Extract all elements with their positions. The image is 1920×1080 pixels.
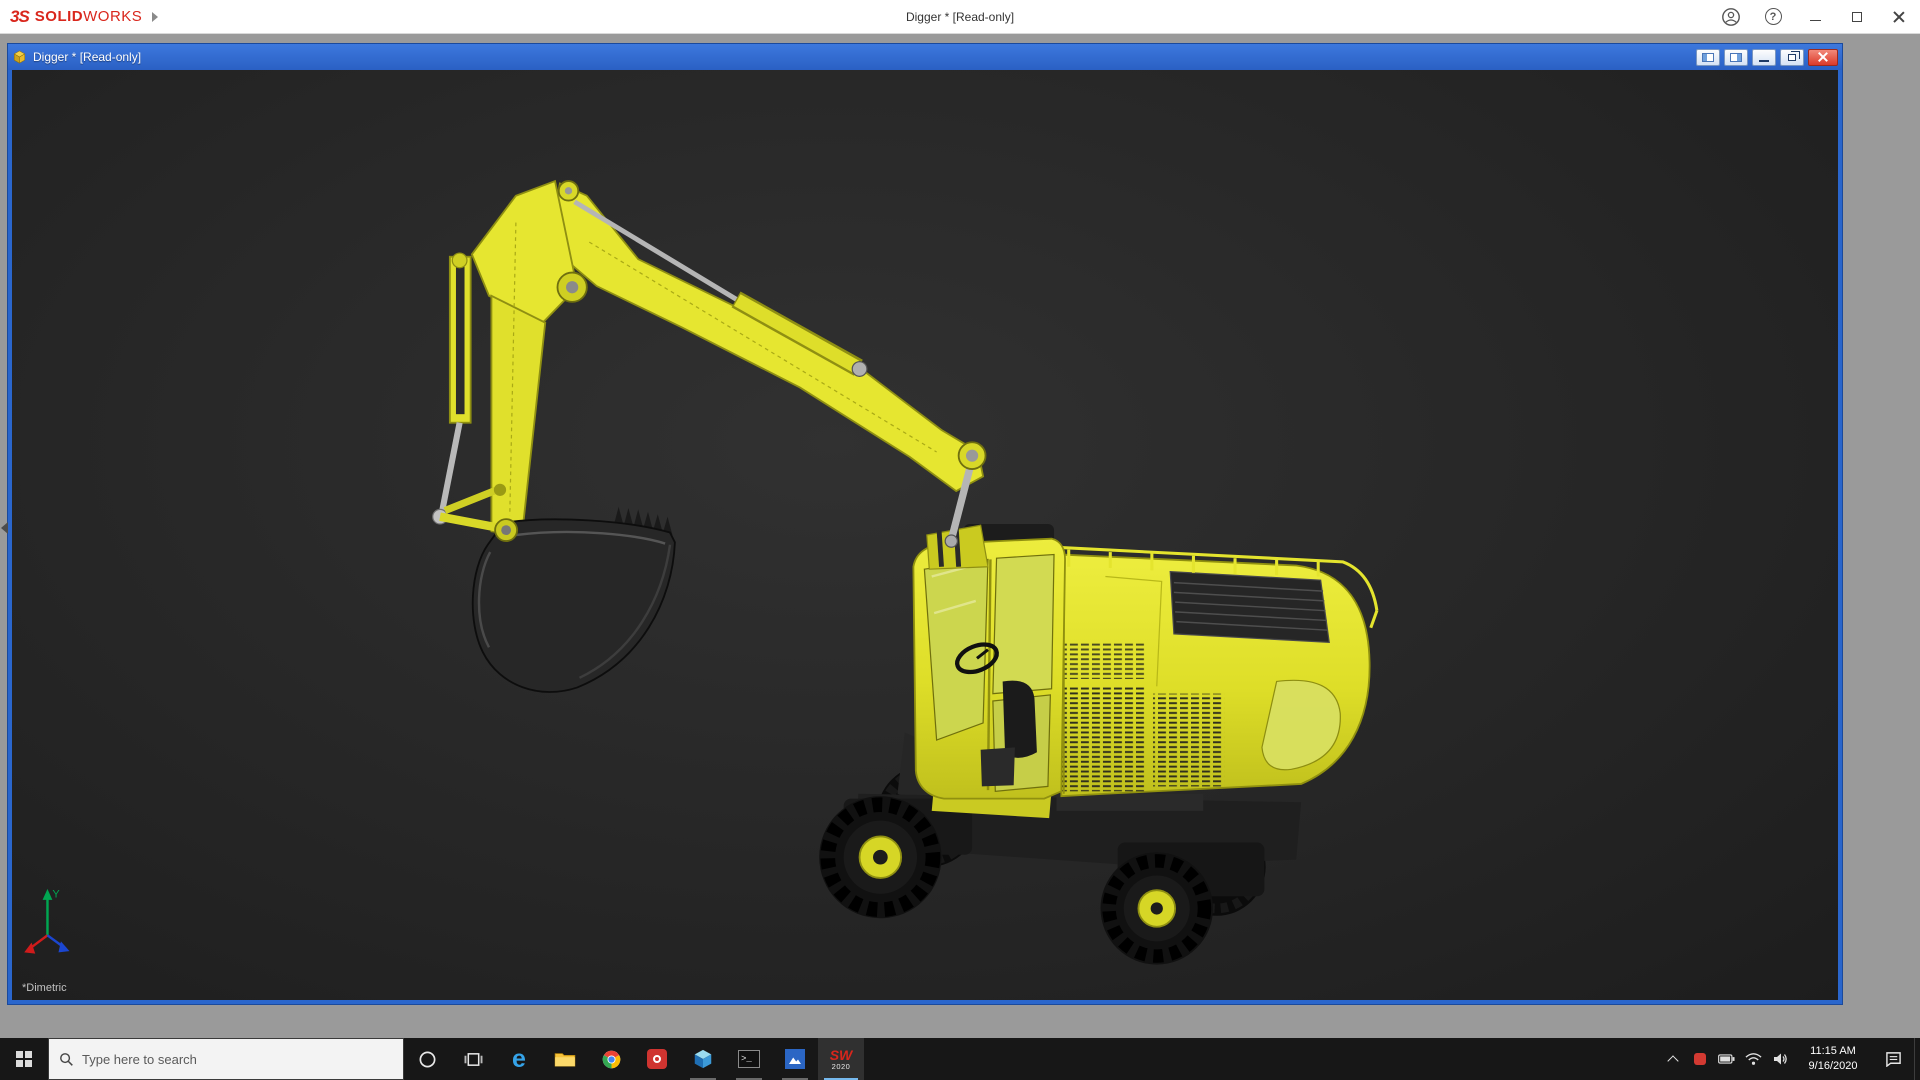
show-desktop-button[interactable] (1914, 1038, 1920, 1080)
user-avatar-icon (1722, 7, 1740, 26)
brand-light: WORKS (83, 8, 143, 25)
volume-button[interactable] (1767, 1038, 1794, 1080)
engine-body (1045, 545, 1379, 798)
boom-assembly (432, 179, 987, 548)
pane-right-icon (1730, 52, 1742, 62)
close-icon (1893, 11, 1905, 23)
orientation-triad: Y (24, 888, 70, 954)
seat (1002, 680, 1037, 758)
app-window-controls: ? (1710, 0, 1920, 34)
account-button[interactable] (1710, 0, 1752, 34)
speaker-icon (1773, 1053, 1787, 1065)
view-orientation-label: *Dimetric (22, 982, 67, 994)
solidworks-logo: 3S SOLIDWORKS (0, 7, 142, 27)
search-icon (60, 1052, 73, 1066)
sw-year: 2020 (831, 1061, 851, 1071)
show-pane-right-button[interactable] (1724, 48, 1748, 66)
document-window-controls (1696, 48, 1838, 66)
document-window: Digger * [Read-only] Y *Dimetric (8, 44, 1842, 1004)
minimize-icon (1809, 20, 1821, 21)
minimize-icon (1759, 59, 1769, 62)
app-red-icon (647, 1049, 667, 1069)
wifi-icon (1745, 1053, 1762, 1065)
windows-logo-icon (16, 1051, 32, 1067)
maximize-icon (1852, 11, 1862, 22)
battery-icon (1718, 1054, 1735, 1064)
cortana-icon (419, 1051, 435, 1067)
sw-mark: SW (829, 1046, 853, 1063)
file-explorer-button[interactable] (542, 1038, 588, 1080)
battery-button[interactable] (1713, 1038, 1740, 1080)
solidworks-taskbar-button[interactable]: SW 2020 (818, 1038, 864, 1080)
action-center-button[interactable] (1872, 1038, 1914, 1080)
pane-left-icon (1702, 52, 1714, 62)
boom-mount (926, 524, 989, 570)
menu-expand-arrow-icon[interactable] (152, 11, 159, 22)
edrawings-button[interactable] (680, 1038, 726, 1080)
file-explorer-icon (554, 1053, 576, 1067)
doc-restore-button[interactable] (1780, 48, 1804, 66)
terminal-icon: >_ (738, 1050, 760, 1068)
graphics-viewport[interactable]: Y *Dimetric (12, 70, 1838, 1000)
chrome-icon (602, 1050, 620, 1068)
tray-overflow-button[interactable] (1659, 1038, 1686, 1080)
taskbar: e >_ SW 2020 (0, 1038, 1920, 1080)
app-minimize-button[interactable] (1794, 0, 1836, 34)
doc-minimize-button[interactable] (1752, 48, 1776, 66)
photos-button[interactable] (772, 1038, 818, 1080)
action-center-icon (1885, 1052, 1901, 1067)
triad-y-label: Y (52, 888, 60, 900)
task-view-button[interactable] (450, 1038, 496, 1080)
system-tray: 11:15 AM 9/16/2020 (1659, 1038, 1920, 1080)
app-maximize-button[interactable] (1836, 0, 1878, 34)
brand-bold: SOLID (34, 8, 84, 25)
app-close-button[interactable] (1878, 0, 1920, 34)
start-button[interactable] (0, 1038, 48, 1080)
chevron-up-icon (1666, 1055, 1679, 1067)
excavator-model: Y (24, 179, 1379, 965)
help-icon: ? (1764, 8, 1782, 25)
app-titlebar: 3S SOLIDWORKS Digger * [Read-only] ? (0, 0, 1920, 34)
doc-close-button[interactable] (1808, 48, 1838, 66)
app-red-button[interactable] (634, 1038, 680, 1080)
bucket (471, 506, 676, 693)
edrawings-cube-icon (694, 1049, 712, 1069)
show-pane-left-button[interactable] (1696, 48, 1720, 66)
ds-3s-logo-icon: 3S (10, 6, 30, 26)
search-input[interactable] (82, 1051, 393, 1067)
terminal-button[interactable]: >_ (726, 1038, 772, 1080)
chrome-button[interactable] (588, 1038, 634, 1080)
help-button[interactable]: ? (1752, 0, 1794, 34)
screen: { "app_titlebar": { "logo_mark": "3S", "… (0, 0, 1920, 1080)
task-view-icon (464, 1052, 482, 1066)
restore-icon (1788, 50, 1800, 61)
pane-collapse-arrow-icon[interactable] (1, 522, 8, 534)
clock-date: 9/16/2020 (1808, 1060, 1858, 1072)
cortana-button[interactable] (404, 1038, 450, 1080)
solidworks-2020-icon: SW 2020 (830, 1048, 853, 1071)
close-icon (1818, 52, 1828, 62)
tray-app-button[interactable] (1686, 1038, 1713, 1080)
app-window-title: Digger * [Read-only] (905, 9, 1015, 24)
clock-time: 11:15 AM (1810, 1045, 1856, 1058)
edge-button[interactable]: e (496, 1038, 542, 1080)
tray-app-icon (1693, 1053, 1706, 1065)
taskbar-clock[interactable]: 11:15 AM 9/16/2020 (1794, 1038, 1872, 1080)
taskbar-search[interactable] (48, 1038, 404, 1080)
solidworks-wordmark: SOLIDWORKS (35, 8, 143, 25)
part-document-icon (13, 50, 26, 64)
document-titlebar[interactable]: Digger * [Read-only] (8, 44, 1842, 70)
photos-icon (785, 1049, 805, 1069)
document-title: Digger * [Read-only] (33, 50, 142, 64)
edge-icon: e (512, 1044, 526, 1073)
network-button[interactable] (1740, 1038, 1767, 1080)
